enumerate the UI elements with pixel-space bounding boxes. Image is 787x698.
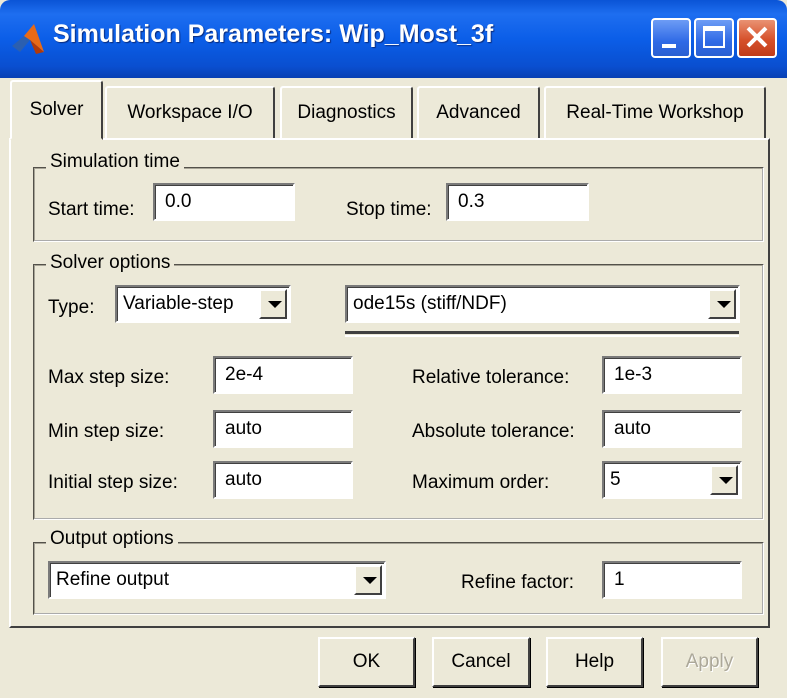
- solver-options-legend: Solver options: [46, 252, 175, 274]
- min-step-size-input[interactable]: auto: [213, 410, 353, 448]
- solver-select[interactable]: ode15s (stiff/NDF): [345, 285, 740, 323]
- close-icon: [746, 26, 768, 48]
- refine-factor-label: Refine factor:: [461, 572, 574, 593]
- window-title: Simulation Parameters: Wip_Most_3f: [53, 20, 494, 48]
- max-step-size-input[interactable]: 2e-4: [213, 356, 353, 394]
- tab-real-time-workshop-label: Real-Time Workshop: [566, 102, 744, 123]
- tab-real-time-workshop[interactable]: Real-Time Workshop: [544, 86, 766, 138]
- chevron-down-icon[interactable]: [708, 289, 736, 319]
- absolute-tolerance-input[interactable]: auto: [602, 410, 742, 448]
- matlab-icon: [12, 24, 44, 54]
- chevron-down-icon[interactable]: [710, 465, 738, 495]
- solver-separator: [345, 331, 739, 337]
- tab-solver[interactable]: Solver: [10, 80, 103, 140]
- relative-tolerance-label: Relative tolerance:: [412, 367, 570, 388]
- chevron-down-icon[interactable]: [259, 289, 287, 319]
- absolute-tolerance-label: Absolute tolerance:: [412, 421, 575, 442]
- title-bar[interactable]: Simulation Parameters: Wip_Most_3f: [0, 0, 787, 78]
- initial-step-size-label: Initial step size:: [48, 472, 178, 493]
- tab-advanced[interactable]: Advanced: [417, 86, 540, 138]
- tab-diagnostics-label: Diagnostics: [297, 102, 396, 123]
- maximum-order-select[interactable]: 5: [602, 461, 742, 499]
- ok-button-label: OK: [352, 651, 381, 672]
- stop-time-input[interactable]: 0.3: [446, 183, 589, 221]
- tab-workspace-io-label: Workspace I/O: [127, 102, 253, 123]
- tab-workspace-io[interactable]: Workspace I/O: [105, 86, 275, 138]
- tab-advanced-label: Advanced: [436, 102, 521, 123]
- min-step-size-label: Min step size:: [48, 421, 165, 442]
- relative-tolerance-input[interactable]: 1e-3: [602, 356, 742, 394]
- refine-factor-input[interactable]: 1: [602, 561, 742, 599]
- solver-type-label: Type:: [48, 297, 95, 318]
- max-step-size-label: Max step size:: [48, 367, 170, 388]
- maximum-order-value: 5: [610, 469, 621, 490]
- solver-value: ode15s (stiff/NDF): [353, 293, 507, 314]
- maximize-icon: [703, 26, 725, 48]
- maximum-order-label: Maximum order:: [412, 472, 550, 493]
- simulation-time-legend: Simulation time: [46, 151, 184, 173]
- minimize-button[interactable]: [651, 18, 691, 58]
- help-button-label: Help: [574, 651, 615, 672]
- output-options-legend: Output options: [46, 528, 178, 550]
- solver-type-value: Variable-step: [123, 293, 234, 314]
- start-time-label: Start time:: [48, 199, 135, 220]
- close-button[interactable]: [737, 18, 777, 58]
- chevron-down-icon[interactable]: [354, 565, 382, 595]
- stop-time-label: Stop time:: [346, 199, 432, 220]
- apply-button-label: Apply: [685, 651, 734, 672]
- cancel-button-label: Cancel: [451, 651, 511, 672]
- help-button[interactable]: Help: [546, 637, 643, 687]
- initial-step-size-input[interactable]: auto: [213, 461, 353, 499]
- minimize-icon: [662, 44, 676, 48]
- tab-solver-label: Solver: [29, 99, 84, 120]
- output-options-select[interactable]: Refine output: [48, 561, 386, 599]
- cancel-button[interactable]: Cancel: [432, 637, 530, 687]
- solver-type-select[interactable]: Variable-step: [115, 285, 291, 323]
- maximize-button[interactable]: [694, 18, 734, 58]
- tab-diagnostics[interactable]: Diagnostics: [280, 86, 413, 138]
- ok-button[interactable]: OK: [318, 637, 415, 687]
- output-options-value: Refine output: [56, 569, 170, 590]
- apply-button: Apply: [661, 637, 758, 687]
- start-time-input[interactable]: 0.0: [153, 183, 295, 221]
